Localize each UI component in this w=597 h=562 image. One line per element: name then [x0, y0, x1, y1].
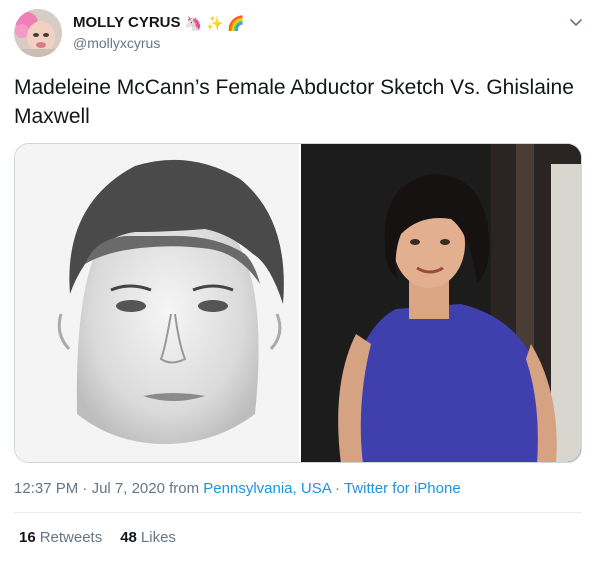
likes-label: Likes — [140, 529, 176, 546]
photo-illustration — [301, 144, 581, 462]
avatar-image — [14, 9, 62, 57]
unicorn-emoji-icon: 🦄 — [184, 14, 202, 31]
retweets-count: 16 — [19, 529, 36, 546]
divider — [14, 512, 582, 513]
sketch-illustration — [15, 144, 299, 462]
user-handle[interactable]: @mollyxcyrus — [73, 34, 245, 52]
tweet: MOLLY CYRUS 🦄 ✨ 🌈 @mollyxcyrus Madeleine… — [0, 0, 597, 562]
media-image-sketch[interactable] — [15, 144, 301, 462]
retweets-stat[interactable]: 16 Retweets — [19, 528, 102, 548]
tweet-date[interactable]: Jul 7, 2020 — [92, 480, 165, 497]
tweet-meta: 12:37 PM · Jul 7, 2020 from Pennsylvania… — [14, 479, 461, 499]
meta-separator: · — [78, 480, 92, 497]
likes-stat[interactable]: 48 Likes — [120, 528, 176, 548]
display-name[interactable]: MOLLY CYRUS — [73, 13, 181, 32]
source-link[interactable]: Twitter for iPhone — [344, 480, 461, 497]
likes-count: 48 — [120, 529, 137, 546]
location-link[interactable]: Pennsylvania, USA — [203, 480, 331, 497]
tweet-media — [14, 143, 582, 463]
sparkles-emoji-icon: ✨ — [205, 14, 224, 31]
user-names: MOLLY CYRUS 🦄 ✨ 🌈 @mollyxcyrus — [73, 13, 245, 52]
media-image-photo[interactable] — [301, 144, 581, 462]
retweets-label: Retweets — [39, 529, 103, 546]
chevron-down-icon[interactable] — [568, 14, 584, 30]
tweet-time[interactable]: 12:37 PM — [14, 480, 78, 497]
from-label: from — [164, 480, 204, 497]
meta-separator: · — [330, 480, 344, 497]
tweet-header: MOLLY CYRUS 🦄 ✨ 🌈 @mollyxcyrus — [14, 8, 584, 60]
avatar[interactable] — [14, 9, 62, 57]
rainbow-emoji-icon: 🌈 — [227, 14, 245, 31]
tweet-stats: 16 Retweets 48 Likes — [19, 528, 176, 548]
display-name-row: MOLLY CYRUS 🦄 ✨ 🌈 — [73, 13, 245, 32]
tweet-text: Madeleine McCann’s Female Abductor Sketc… — [14, 76, 574, 128]
